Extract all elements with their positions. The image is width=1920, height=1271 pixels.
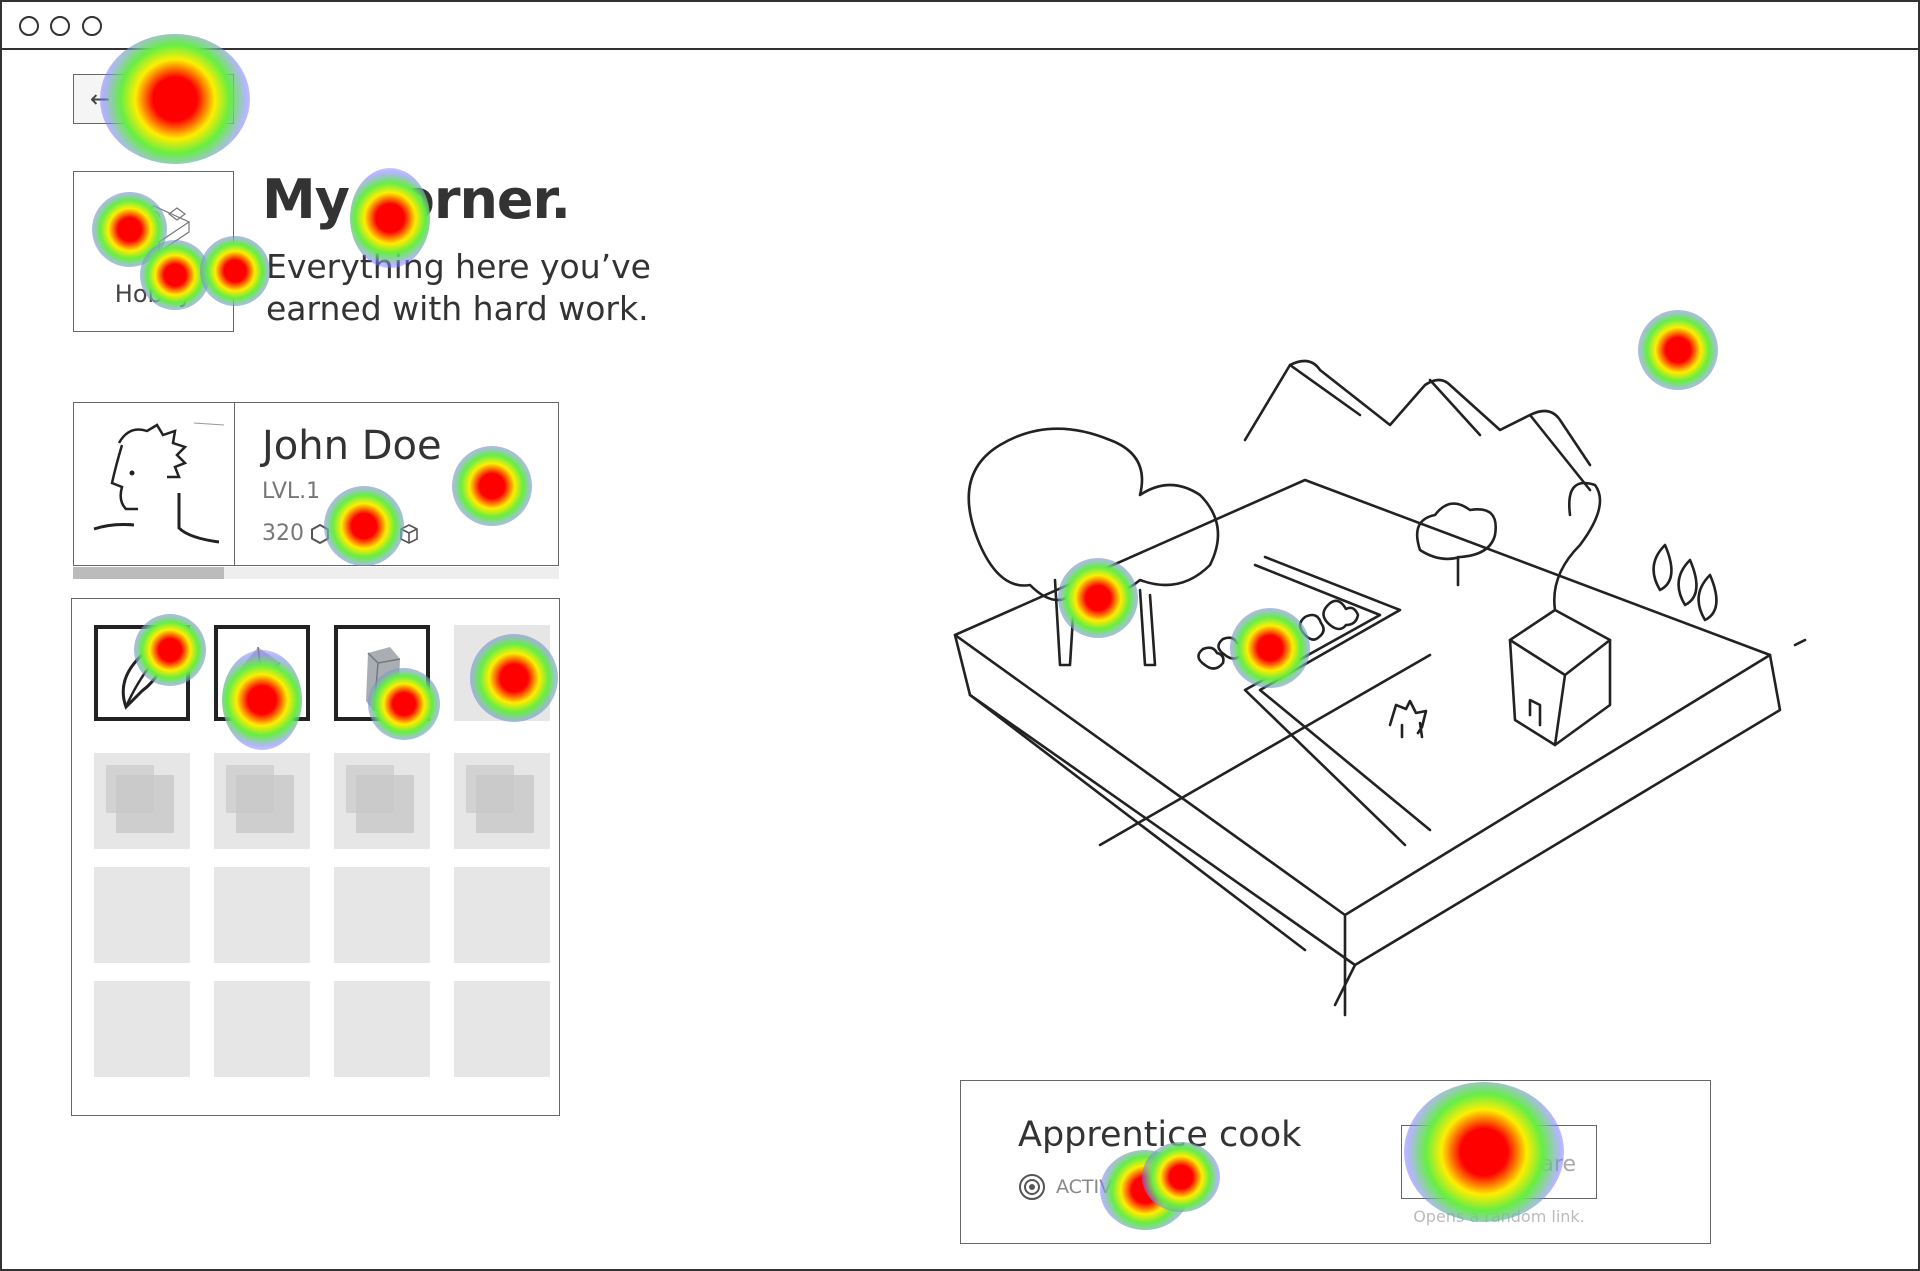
avatar[interactable]	[74, 403, 235, 565]
locked-item-placeholder	[356, 775, 414, 833]
back-button[interactable]: ←	[73, 74, 234, 124]
page-title: My corner.	[262, 168, 571, 231]
avatar-sketch-icon	[93, 422, 225, 544]
inventory-slot-empty[interactable]	[334, 867, 430, 963]
window-titlebar	[2, 2, 1918, 50]
profile-name: John Doe	[262, 423, 442, 469]
share-button[interactable]: Share	[1401, 1125, 1597, 1199]
hobby-label: Hobby	[114, 280, 193, 308]
inventory-slot-empty[interactable]	[454, 625, 550, 721]
item-count: 12	[364, 521, 392, 546]
window-maximize-control[interactable]	[82, 16, 102, 36]
locked-item-placeholder	[236, 775, 294, 833]
achievement-status: ACTIVE TODAY	[1018, 1173, 1194, 1201]
profile-stats: 320 12	[262, 521, 420, 546]
locked-item-placeholder	[116, 775, 174, 833]
achievement-status-text: ACTIVE TODAY	[1056, 1176, 1195, 1198]
achievement-card: Apprentice cook ACTIVE TODAY Share Opens…	[960, 1080, 1711, 1244]
isometric-farm-sketch	[953, 359, 1807, 1017]
inventory-grid	[71, 598, 560, 1116]
hexagon-icon	[311, 523, 329, 544]
locked-item-placeholder	[476, 775, 534, 833]
profile-level: LVL.1	[262, 479, 321, 504]
inventory-slot-locked[interactable]	[334, 753, 430, 849]
page-subtitle: Everything here you’ve earned with hard …	[266, 247, 651, 328]
coin-count: 320	[262, 521, 304, 546]
inventory-slot-empty[interactable]	[334, 981, 430, 1077]
farm-scene[interactable]	[850, 245, 1850, 1045]
inventory-slot-owned[interactable]	[334, 625, 430, 721]
inventory-slot-locked[interactable]	[454, 753, 550, 849]
inventory-slot-empty[interactable]	[454, 981, 550, 1077]
profile-card[interactable]: John Doe LVL.1 320 12	[73, 402, 559, 566]
share-hint: Opens a random link.	[1413, 1207, 1585, 1226]
leaf-icon	[98, 629, 186, 721]
hobby-card[interactable]: Hobby	[73, 171, 234, 332]
arrow-left-icon: ←	[90, 85, 111, 113]
inventory-slot-empty[interactable]	[94, 981, 190, 1077]
inventory-slot-empty[interactable]	[454, 867, 550, 963]
hobby-sketch-icon	[122, 205, 191, 253]
inventory-slot-empty[interactable]	[214, 867, 310, 963]
cube-icon	[400, 523, 418, 544]
block-icon	[338, 629, 426, 721]
inventory-slot-owned[interactable]	[94, 625, 190, 721]
inventory-slot-locked[interactable]	[94, 753, 190, 849]
xp-progress-bar	[73, 567, 559, 579]
gem-icon	[218, 629, 306, 721]
xp-progress-fill	[73, 567, 224, 579]
inventory-slot-empty[interactable]	[214, 981, 310, 1077]
window-close-control[interactable]	[19, 16, 39, 36]
inventory-slot-locked[interactable]	[214, 753, 310, 849]
inventory-slot-owned[interactable]	[214, 625, 310, 721]
target-icon	[1019, 1174, 1045, 1200]
achievement-title: Apprentice cook	[1018, 1115, 1302, 1155]
inventory-slot-empty[interactable]	[94, 867, 190, 963]
window-minimize-control[interactable]	[50, 16, 70, 36]
